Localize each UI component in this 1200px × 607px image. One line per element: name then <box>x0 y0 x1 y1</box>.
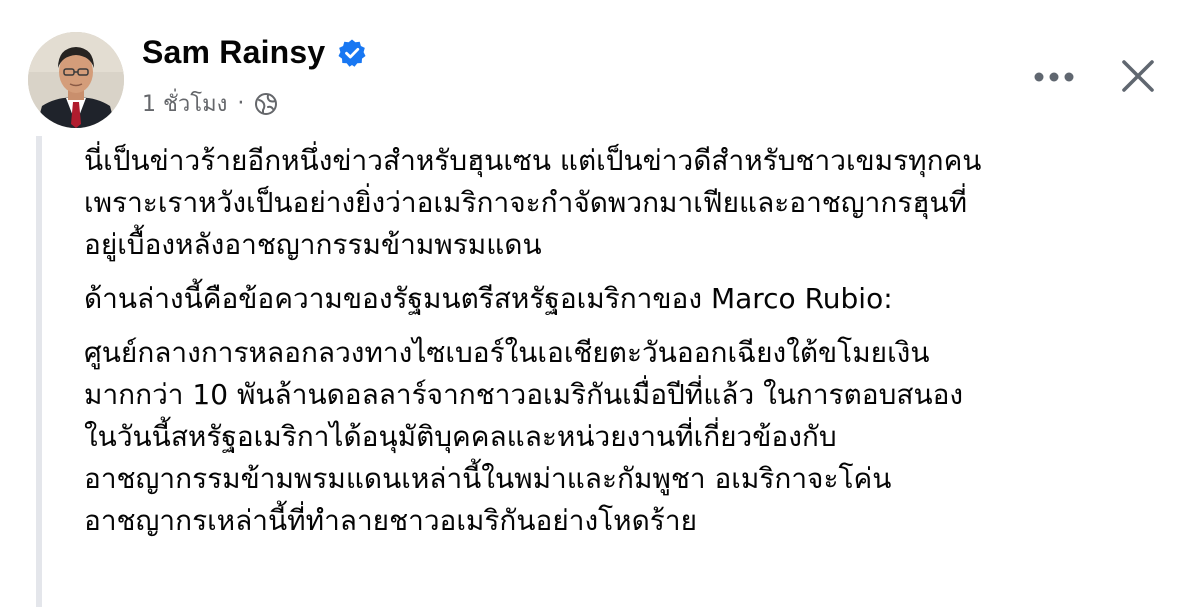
close-icon <box>1122 60 1154 92</box>
meta-separator: · <box>237 91 245 116</box>
post-paragraph: นี่เป็นข่าวร้ายอีกหนึ่งข่าวสำหรับฮุนเซน … <box>84 140 1194 266</box>
text-line: อยู่เบื้องหลังอาชญากรรมข้ามพรมแดน <box>84 228 542 261</box>
author-avatar[interactable] <box>28 32 124 128</box>
text-line: ในวันนี้สหรัฐอเมริกาได้อนุมัติบุคคลและหน… <box>84 420 837 453</box>
quote-rule <box>36 136 42 607</box>
post-paragraph: ด้านล่างนี้คือข้อความของรัฐมนตรีสหรัฐอเม… <box>84 278 1194 320</box>
more-options-button[interactable] <box>1026 55 1082 99</box>
post-meta: 1 ชั่วโมง · <box>142 86 278 121</box>
text-line: ด้านล่างนี้คือข้อความของรัฐมนตรีสหรัฐอเม… <box>84 282 893 315</box>
avatar-image <box>28 32 124 128</box>
text-line: เพราะเราหวังเป็นอย่างยิ่งว่าอเมริกาจะกำจ… <box>84 186 968 219</box>
verified-badge-icon <box>338 39 366 67</box>
author-row: Sam Rainsy <box>142 34 367 71</box>
text-line: นี่เป็นข่าวร้ายอีกหนึ่งข่าวสำหรับฮุนเซน … <box>84 144 982 177</box>
text-line: อาชญากรเหล่านี้ที่ทำลายชาวอเมริกันอย่างโ… <box>84 504 697 537</box>
facebook-post: Sam Rainsy 1 ชั่วโมง · นี่เป็นข่าวร้ายอี… <box>0 0 1200 607</box>
author-name[interactable]: Sam Rainsy <box>142 34 325 71</box>
post-text: นี่เป็นข่าวร้ายอีกหนึ่งข่าวสำหรับฮุนเซน … <box>84 140 1194 554</box>
close-button[interactable] <box>1112 50 1164 102</box>
post-paragraph: ศูนย์กลางการหลอกลวงทางไซเบอร์ในเอเชียตะว… <box>84 332 1194 542</box>
text-line: ศูนย์กลางการหลอกลวงทางไซเบอร์ในเอเชียตะว… <box>84 336 930 369</box>
more-horizontal-icon <box>1034 72 1074 82</box>
text-line: อาชญากรรมข้ามพรมแดนเหล่านี้ในพม่าและกัมพ… <box>84 462 892 495</box>
globe-icon[interactable] <box>254 92 278 116</box>
post-timestamp[interactable]: 1 ชั่วโมง <box>142 86 227 121</box>
text-line: มากกว่า 10 พันล้านดอลลาร์จากชาวอเมริกันเ… <box>84 378 964 411</box>
